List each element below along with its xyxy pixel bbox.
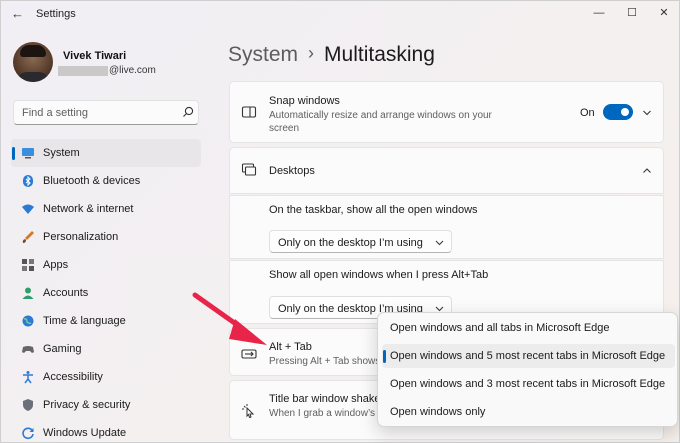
apps-icon — [22, 259, 34, 271]
snap-windows-description: Automatically resize and arrange windows… — [269, 110, 492, 134]
globe-icon — [22, 315, 34, 327]
snap-windows-title: Snap windows — [269, 95, 340, 107]
alt-tab-options-menu: Open windows and all tabs in Microsoft E… — [377, 312, 678, 427]
sidebar-item-network[interactable]: Network & internet — [11, 195, 201, 223]
brush-icon — [22, 231, 34, 243]
sidebar-item-label: Accounts — [43, 287, 89, 299]
page-title: Multitasking — [324, 43, 435, 66]
wifi-icon — [22, 204, 34, 214]
taskbar-windows-label: On the taskbar, show all the open window… — [269, 204, 478, 216]
selected-indicator — [383, 350, 386, 363]
sidebar-item-label: Accessibility — [43, 371, 103, 383]
sidebar-item-label: Bluetooth & devices — [43, 175, 141, 187]
desktops-icon — [241, 163, 257, 176]
sidebar-item-gaming[interactable]: Gaming — [11, 335, 201, 363]
snap-windows-icon — [241, 106, 257, 118]
sidebar-item-label: System — [43, 147, 80, 159]
menu-option-label: Open windows only — [390, 406, 486, 418]
close-icon[interactable]: ✕ — [654, 5, 674, 21]
sidebar-item-label: Network & internet — [43, 203, 134, 215]
snap-toggle-state: On — [580, 107, 595, 119]
sidebar-item-personalization[interactable]: Personalization — [11, 223, 201, 251]
alt-tab-desktops-label: Show all open windows when I press Alt+T… — [269, 269, 489, 281]
chevron-down-icon — [435, 240, 444, 246]
sidebar-item-label: Privacy & security — [43, 399, 131, 411]
search-input[interactable]: Find a setting — [13, 100, 199, 125]
avatar-hair — [20, 45, 46, 57]
update-icon — [22, 427, 34, 440]
desktops-title: Desktops — [269, 165, 315, 177]
accessibility-icon — [23, 371, 33, 384]
title-bar: ← Settings — ☐ ✕ — [1, 1, 680, 27]
annotation-arrow — [192, 292, 267, 345]
sidebar-item-privacy[interactable]: Privacy & security — [11, 391, 201, 419]
alt-tab-title: Alt + Tab — [269, 341, 312, 353]
email-redaction — [58, 66, 108, 76]
sidebar-item-windows-update[interactable]: Windows Update — [11, 419, 201, 443]
active-indicator — [12, 147, 15, 160]
toggle-knob — [621, 108, 629, 116]
sidebar-item-accessibility[interactable]: Accessibility — [11, 363, 201, 391]
menu-option-label: Open windows and all tabs in Microsoft E… — [390, 322, 610, 334]
menu-option-all-tabs[interactable]: Open windows and all tabs in Microsoft E… — [382, 316, 675, 340]
snap-windows-toggle[interactable] — [603, 104, 633, 120]
sidebar-item-accounts[interactable]: Accounts — [11, 279, 201, 307]
breadcrumb: System › Multitasking — [228, 43, 435, 67]
search-icon[interactable] — [182, 106, 194, 118]
menu-option-label: Open windows and 3 most recent tabs in M… — [390, 378, 666, 390]
menu-option-3-tabs[interactable]: Open windows and 3 most recent tabs in M… — [382, 372, 675, 396]
maximize-icon[interactable]: ☐ — [622, 5, 642, 21]
person-icon — [22, 287, 34, 299]
settings-window: ← Settings — ☐ ✕ Vivek Tiwari @live.com … — [0, 0, 680, 443]
menu-option-5-tabs[interactable]: Open windows and 5 most recent tabs in M… — [382, 344, 675, 368]
title-bar-shake-title: Title bar window shake — [269, 393, 381, 405]
shake-icon — [242, 404, 255, 419]
sidebar-item-system[interactable]: System — [11, 139, 201, 167]
desktops-card[interactable]: Desktops — [229, 147, 664, 194]
sidebar-item-label: Time & language — [43, 315, 126, 327]
gamepad-icon — [22, 346, 34, 353]
breadcrumb-separator: › — [308, 43, 315, 63]
user-email-suffix: @live.com — [109, 65, 156, 76]
menu-option-label: Open windows and 5 most recent tabs in M… — [390, 350, 666, 362]
sidebar-item-apps[interactable]: Apps — [11, 251, 201, 279]
chevron-down-icon[interactable] — [642, 108, 652, 118]
app-title: Settings — [36, 8, 76, 20]
user-name: Vivek Tiwari — [63, 50, 127, 62]
taskbar-windows-dropdown[interactable]: Only on the desktop I’m using — [269, 230, 452, 253]
sidebar-item-bluetooth[interactable]: Bluetooth & devices — [11, 167, 201, 195]
sidebar-item-label: Apps — [43, 259, 69, 271]
avatar[interactable] — [13, 42, 53, 82]
sidebar-item-time-language[interactable]: Time & language — [11, 307, 201, 335]
breadcrumb-parent[interactable]: System — [228, 43, 298, 66]
back-arrow-icon[interactable]: ← — [11, 7, 25, 21]
dropdown-value: Only on the desktop I’m using — [278, 237, 423, 249]
taskbar-windows-setting: On the taskbar, show all the open window… — [229, 195, 664, 259]
monitor-icon — [22, 148, 34, 159]
shield-icon — [23, 399, 33, 411]
snap-windows-card[interactable]: Snap windows Automatically resize and ar… — [229, 81, 664, 143]
menu-option-windows-only[interactable]: Open windows only — [382, 400, 675, 424]
chevron-up-icon[interactable] — [642, 166, 652, 176]
sidebar-item-label: Gaming — [43, 343, 82, 355]
sidebar-item-label: Personalization — [43, 231, 119, 243]
sidebar-nav: System Bluetooth & devices Network & int… — [11, 139, 201, 443]
search-placeholder: Find a setting — [22, 107, 89, 119]
avatar-shirt — [17, 72, 49, 82]
minimize-icon[interactable]: — — [589, 5, 609, 21]
sidebar-item-label: Windows Update — [43, 427, 127, 439]
bluetooth-icon — [23, 175, 33, 187]
